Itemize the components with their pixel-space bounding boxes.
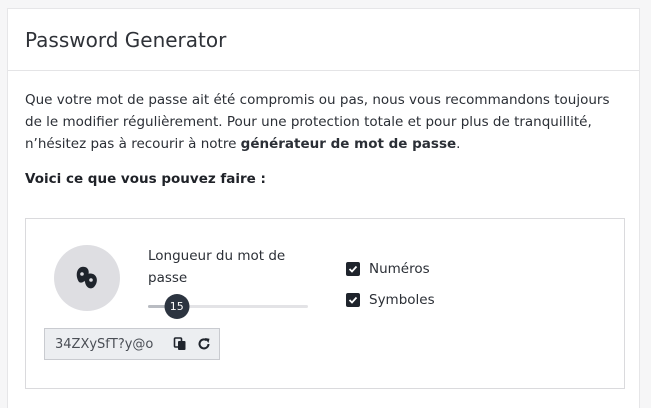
- password-field-group: [44, 328, 220, 360]
- masked-user-icon: [54, 245, 120, 311]
- generator-panel: Longueur du mot de passe 15 34ZXySfT?y@o…: [25, 218, 625, 389]
- masked-user-icon-glyph: [76, 266, 97, 289]
- length-label: Longueur du mot de passe: [148, 248, 286, 286]
- length-slider[interactable]: 15: [148, 294, 308, 319]
- section-subtitle: Voici ce que vous pouvez faire :: [25, 171, 266, 187]
- option-symbols[interactable]: Symboles: [346, 284, 435, 315]
- numbers-checkbox[interactable]: [346, 261, 360, 276]
- option-numbers[interactable]: Numéros: [346, 253, 435, 284]
- length-slider-thumb[interactable]: 15: [164, 294, 190, 319]
- symbols-label: Symboles: [369, 291, 435, 308]
- card-title: Password Generator: [8, 9, 639, 71]
- password-generator-card: Password Generator Que votre mot de pass…: [7, 8, 640, 408]
- checkmark-icon: [348, 296, 358, 304]
- checkmark-icon: [348, 265, 358, 273]
- numbers-label: Numéros: [369, 260, 430, 277]
- options-list: Numéros Symboles: [346, 253, 435, 315]
- intro-bold-text: générateur de mot de passe: [240, 136, 457, 152]
- intro-paragraph: Que votre mot de passe ait été compromis…: [25, 89, 615, 155]
- refresh-icon[interactable]: [193, 333, 215, 355]
- generated-password-field[interactable]: [45, 336, 167, 352]
- symbols-checkbox[interactable]: [346, 292, 360, 307]
- intro-text-end: .: [456, 136, 461, 152]
- copy-icon[interactable]: [169, 333, 191, 355]
